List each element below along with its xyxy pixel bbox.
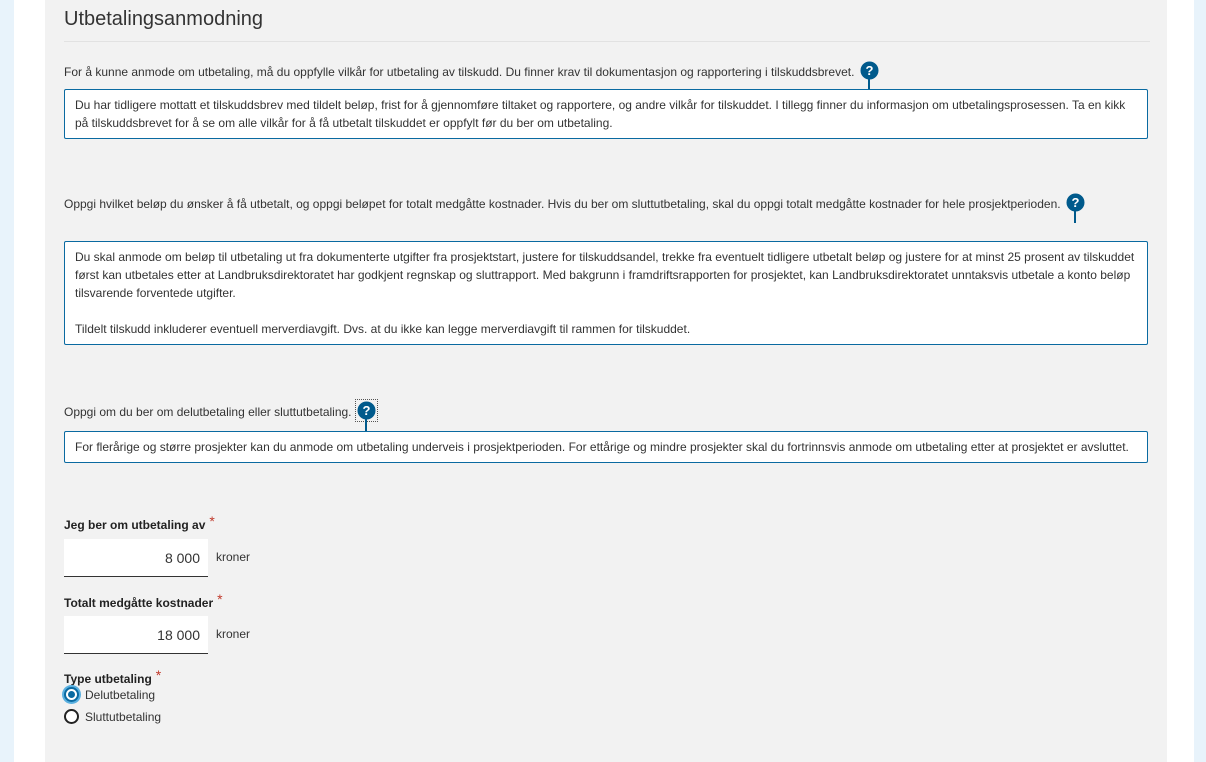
section2-help-text-2: Tildelt tilskudd inkluderer eventuell me… bbox=[75, 322, 691, 336]
svg-text:?: ? bbox=[865, 63, 873, 78]
radio-label-delutbetaling: Delutbetaling bbox=[85, 687, 156, 702]
help-icon[interactable]: ? bbox=[860, 61, 879, 91]
type-label-text: Type utbetaling bbox=[64, 672, 152, 686]
section3-help-text: For flerårige og større prosjekter kan d… bbox=[75, 440, 1129, 454]
title-divider bbox=[64, 41, 1150, 42]
svg-text:?: ? bbox=[1071, 195, 1079, 210]
radio-button-sluttutbetaling[interactable] bbox=[64, 709, 79, 724]
help-icon[interactable]: ? bbox=[1066, 193, 1085, 223]
right-side-bar bbox=[1194, 0, 1206, 762]
amount-label-text: Jeg ber om utbetaling av bbox=[64, 518, 206, 532]
section2-help-box: Du skal anmode om beløp til utbetaling u… bbox=[64, 241, 1148, 345]
svg-text:?: ? bbox=[362, 403, 370, 418]
section1-help-text: Du har tidligere mottatt et tilskuddsbre… bbox=[75, 98, 1126, 130]
section3-intro-text: Oppgi om du ber om delutbetaling eller s… bbox=[64, 405, 352, 419]
section2-intro: Oppgi hvilket beløp du ønsker å få utbet… bbox=[64, 193, 1144, 223]
page-title: Utbetalingsanmodning bbox=[64, 8, 264, 30]
required-mark: * bbox=[155, 667, 162, 683]
costs-label: Totalt medgåtte kostnader * bbox=[64, 591, 223, 610]
required-mark: * bbox=[217, 591, 223, 607]
left-side-bar bbox=[0, 0, 14, 762]
section1-intro: For å kunne anmode om utbetaling, må du … bbox=[64, 61, 1144, 91]
radio-button-delutbetaling[interactable] bbox=[64, 687, 79, 702]
section1-help-box: Du har tidligere mottatt et tilskuddsbre… bbox=[64, 89, 1148, 139]
section3-help-box: For flerårige og større prosjekter kan d… bbox=[64, 431, 1148, 463]
amount-unit: kroner bbox=[216, 550, 251, 564]
type-label: Type utbetaling * bbox=[64, 667, 162, 686]
help-icon[interactable]: ? bbox=[354, 399, 378, 431]
required-mark: * bbox=[209, 513, 215, 529]
costs-input[interactable] bbox=[64, 616, 208, 654]
section2-help-text-1: Du skal anmode om beløp til utbetaling u… bbox=[75, 250, 1135, 300]
costs-unit: kroner bbox=[216, 627, 251, 641]
section2-intro-text: Oppgi hvilket beløp du ønsker å få utbet… bbox=[64, 197, 1061, 211]
section3-intro: Oppgi om du ber om delutbetaling eller s… bbox=[64, 399, 1144, 431]
costs-label-text: Totalt medgåtte kostnader bbox=[64, 596, 214, 610]
radio-label-sluttutbetaling: Sluttutbetaling bbox=[85, 709, 162, 724]
amount-input[interactable] bbox=[64, 539, 208, 577]
form-panel-lower bbox=[45, 498, 1167, 762]
section1-intro-text: For å kunne anmode om utbetaling, må du … bbox=[64, 65, 855, 79]
radio-sluttutbetaling[interactable]: Sluttutbetaling bbox=[64, 709, 161, 724]
amount-label: Jeg ber om utbetaling av * bbox=[64, 513, 215, 532]
radio-delutbetaling[interactable]: Delutbetaling bbox=[64, 687, 155, 702]
